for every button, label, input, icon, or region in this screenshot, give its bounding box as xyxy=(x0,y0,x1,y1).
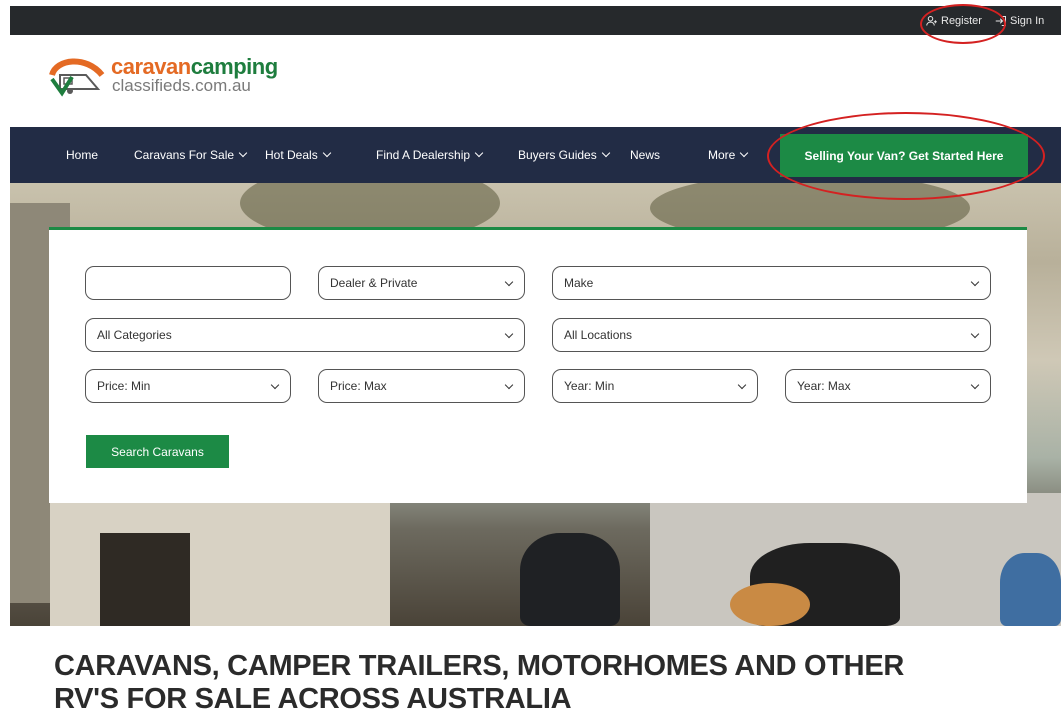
chevron-down-icon xyxy=(970,380,980,390)
nav-item-more[interactable]: More xyxy=(708,127,749,183)
chevron-down-icon xyxy=(504,329,514,339)
chevron-down-icon xyxy=(970,329,980,339)
chevron-down-icon xyxy=(970,277,980,287)
chevron-down-icon xyxy=(238,148,248,158)
year-max-select[interactable]: Year: Max xyxy=(785,369,991,403)
nav-item-home[interactable]: Home xyxy=(66,127,98,183)
keyword-search-input[interactable] xyxy=(85,266,291,300)
nav-item-hot-deals[interactable]: Hot Deals xyxy=(265,127,331,183)
nav-item-label: News xyxy=(630,148,661,162)
price-min-select[interactable]: Price: Min xyxy=(85,369,291,403)
hero-guitar xyxy=(730,583,810,626)
price-min-value: Price: Min xyxy=(97,379,151,393)
category-value: All Categories xyxy=(97,328,172,342)
price-max-select[interactable]: Price: Max xyxy=(318,369,525,403)
hero-person-hat xyxy=(520,533,620,626)
hero-person-right xyxy=(1000,553,1061,626)
year-max-value: Year: Max xyxy=(797,379,851,393)
search-caravans-button[interactable]: Search Caravans xyxy=(86,435,229,468)
price-max-value: Price: Max xyxy=(330,379,387,393)
category-select[interactable]: All Categories xyxy=(85,318,525,352)
sell-your-van-button[interactable]: Selling Your Van? Get Started Here xyxy=(780,134,1028,177)
logo-domain: classifieds.com.au xyxy=(112,76,251,95)
year-min-select[interactable]: Year: Min xyxy=(552,369,758,403)
chevron-down-icon xyxy=(474,148,484,158)
chevron-down-icon xyxy=(504,380,514,390)
nav-item-label: Home xyxy=(66,148,99,162)
chevron-down-icon xyxy=(270,380,280,390)
caravan-logo-icon xyxy=(49,58,105,97)
top-utility-bar: Register Sign In xyxy=(10,6,1061,35)
nav-item-label: Find A Dealership xyxy=(376,148,471,162)
sign-in-icon xyxy=(995,15,1006,26)
chevron-down-icon xyxy=(504,277,514,287)
chevron-down-icon xyxy=(601,148,610,158)
logo-brand-name: caravancamping xyxy=(111,56,278,78)
chevron-down-icon xyxy=(322,148,331,158)
page-headline: CARAVANS, CAMPER TRAILERS, MOTORHOMES AN… xyxy=(54,650,1054,716)
headline-line-1: CARAVANS, CAMPER TRAILERS, MOTORHOMES AN… xyxy=(54,650,905,682)
location-select[interactable]: All Locations xyxy=(552,318,991,352)
register-link[interactable]: Register xyxy=(926,6,982,35)
nav-item-caravans-for-sale[interactable]: Caravans For Sale xyxy=(134,127,248,183)
location-value: All Locations xyxy=(564,328,633,342)
chevron-down-icon xyxy=(740,148,749,158)
nav-item-news[interactable]: News xyxy=(630,127,660,183)
site-logo[interactable]: caravancamping classifieds.com.au xyxy=(46,53,286,103)
user-plus-icon xyxy=(926,15,937,26)
hero-dark-panel xyxy=(100,533,190,626)
sign-in-label: Sign In xyxy=(1010,14,1045,27)
year-min-value: Year: Min xyxy=(564,379,615,393)
headline-line-2: RV'S FOR SALE ACROSS AUSTRALIA xyxy=(54,683,572,715)
nav-item-label: Hot Deals xyxy=(265,148,318,162)
sign-in-link[interactable]: Sign In xyxy=(995,6,1044,35)
nav-item-label: Caravans For Sale xyxy=(134,148,235,162)
make-select[interactable]: Make xyxy=(552,266,991,300)
nav-item-buyers-guides[interactable]: Buyers Guides xyxy=(518,127,610,183)
nav-item-label: Buyers Guides xyxy=(518,148,597,162)
nav-item-label: More xyxy=(708,148,736,162)
nav-item-find-a-dealership[interactable]: Find A Dealership xyxy=(376,127,484,183)
register-label: Register xyxy=(941,14,982,27)
seller-type-value: Dealer & Private xyxy=(330,276,418,290)
make-value: Make xyxy=(564,276,594,290)
chevron-down-icon xyxy=(737,380,747,390)
seller-type-select[interactable]: Dealer & Private xyxy=(318,266,525,300)
